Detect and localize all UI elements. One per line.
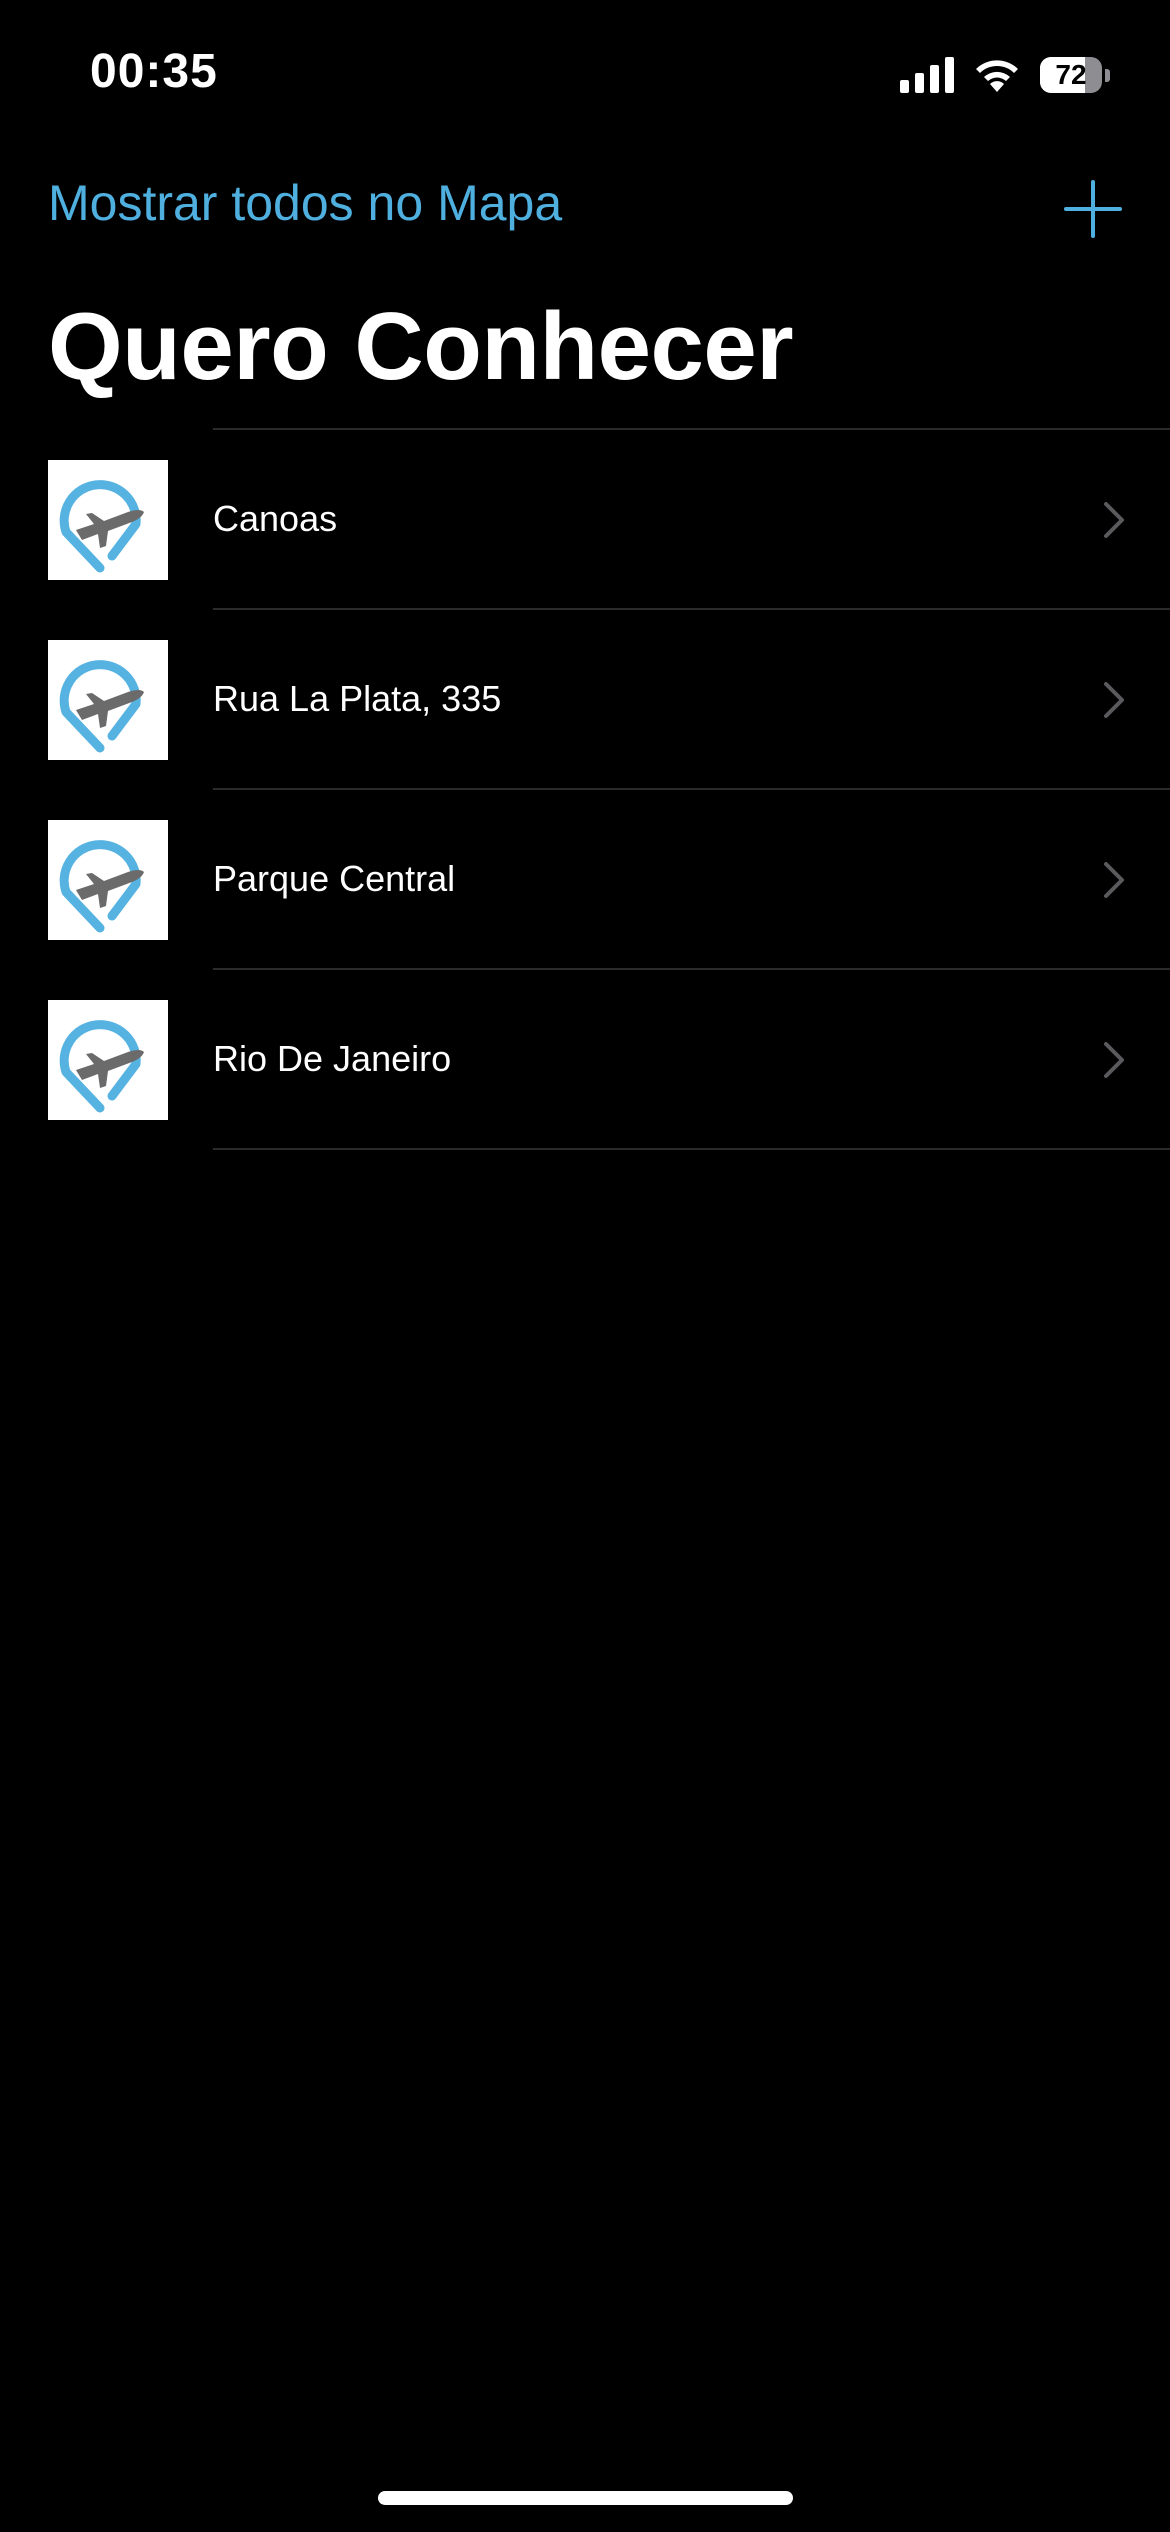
status-icons: 72 xyxy=(900,52,1110,98)
list-item-label: Rio De Janeiro xyxy=(213,1038,452,1079)
airplane-location-pin-icon xyxy=(48,820,168,940)
battery-body: 72 xyxy=(1040,57,1102,93)
list-separator xyxy=(213,1148,1170,1150)
wifi-icon xyxy=(976,60,1018,92)
page-title: Quero Conhecer xyxy=(48,293,794,400)
list-item-label: Canoas xyxy=(213,498,338,539)
cellular-signal-icon xyxy=(900,57,954,93)
list-item[interactable]: Rua La Plata, 335 xyxy=(0,610,1170,790)
list-item[interactable]: Rio De Janeiro xyxy=(0,970,1170,1150)
battery-icon: 72 xyxy=(1040,56,1110,94)
plus-icon[interactable] xyxy=(1064,180,1122,238)
screen: 00:35 72 Mostrar todos no Mapa Quero Con… xyxy=(0,0,1170,2532)
airplane-location-pin-icon xyxy=(48,460,168,580)
list-item-label: Parque Central xyxy=(213,858,456,899)
chevron-right-icon xyxy=(1104,862,1124,898)
status-time: 00:35 xyxy=(90,45,218,98)
chevron-right-icon xyxy=(1104,1042,1124,1078)
place-list: Canoas Rua La Plata, 335 Parque Central xyxy=(0,428,1170,1150)
battery-percent-label: 72 xyxy=(1055,59,1087,90)
chevron-right-icon xyxy=(1104,502,1124,538)
status-bar: 00:35 72 xyxy=(0,0,1170,150)
chevron-right-icon xyxy=(1104,682,1124,718)
airplane-location-pin-icon xyxy=(48,1000,168,1120)
list-item-label: Rua La Plata, 335 xyxy=(213,678,502,719)
list-item[interactable]: Canoas xyxy=(0,430,1170,610)
list-item[interactable]: Parque Central xyxy=(0,790,1170,970)
battery-cap xyxy=(1105,68,1110,82)
show-all-on-map-button[interactable]: Mostrar todos no Mapa xyxy=(48,174,562,232)
home-indicator[interactable] xyxy=(378,2491,793,2505)
navigation-bar: Mostrar todos no Mapa xyxy=(0,160,1170,260)
airplane-location-pin-icon xyxy=(48,640,168,760)
